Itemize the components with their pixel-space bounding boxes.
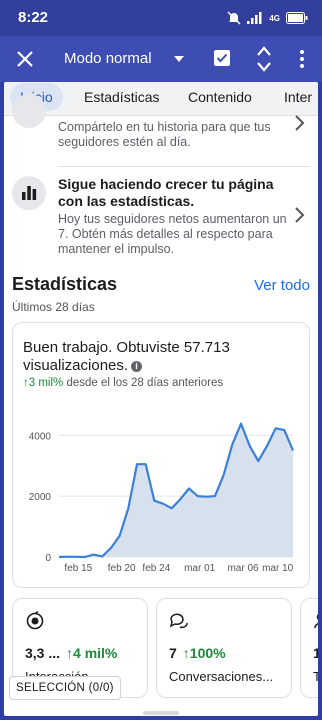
info-icon[interactable]: i bbox=[131, 361, 143, 372]
views-headline-text: Buen trabajo. Obtuviste 57.713 visualiza… bbox=[23, 339, 230, 374]
suggestion-share-story[interactable]: Compártelo en tu historia para que tus s… bbox=[12, 94, 310, 166]
suggestion-grow-page[interactable]: Sigue haciendo crecer tu página con las … bbox=[12, 174, 310, 266]
y-tick-label: 4000 bbox=[29, 431, 52, 442]
y-tick-label: 2000 bbox=[29, 492, 52, 503]
interaction-icon bbox=[26, 611, 44, 630]
more-options-icon[interactable] bbox=[294, 48, 310, 70]
status-bar: 8:22 4G bbox=[0, 0, 322, 36]
x-tick-label: feb 24 bbox=[142, 563, 170, 574]
x-tick-label: mar 01 bbox=[184, 563, 216, 574]
mini-card-conversations[interactable]: 7 ↑100% Conversaciones... bbox=[156, 598, 292, 698]
y-tick-label: 0 bbox=[45, 553, 51, 564]
mini-card-value: 1 bbox=[313, 645, 318, 661]
mini-card-delta: ↑100% bbox=[182, 645, 226, 661]
status-icons: 4G bbox=[227, 11, 308, 25]
chart-area bbox=[59, 423, 293, 557]
battery-icon bbox=[286, 12, 308, 24]
people-icon bbox=[314, 613, 318, 629]
suggestion-description: Compártelo en tu historia para que tus s… bbox=[58, 120, 271, 149]
tab-interacciones[interactable]: Inter bbox=[284, 82, 312, 112]
divider bbox=[58, 166, 310, 167]
mini-card-value: 7 ↑100% bbox=[169, 645, 226, 661]
x-tick-label: mar 06 bbox=[227, 563, 259, 574]
x-tick-label: feb 20 bbox=[108, 563, 136, 574]
period-label: Últimos 28 días bbox=[12, 300, 95, 314]
expand-collapse-icon[interactable] bbox=[256, 45, 272, 73]
mini-card-third[interactable]: 1 T bbox=[300, 598, 318, 698]
chevron-right-icon[interactable] bbox=[294, 206, 306, 224]
see-all-link[interactable]: Ver todo bbox=[254, 277, 310, 294]
mute-alarm-icon bbox=[227, 11, 241, 25]
mode-selector-label[interactable]: Modo normal bbox=[64, 50, 152, 67]
views-headline: Buen trabajo. Obtuviste 57.713 visualiza… bbox=[23, 339, 273, 375]
views-card[interactable]: Buen trabajo. Obtuviste 57.713 visualiza… bbox=[12, 322, 310, 588]
app-screen: Inicio Estadísticas Contenido Inter Comp… bbox=[4, 82, 318, 716]
mini-card-delta: ↑4 mil% bbox=[66, 645, 118, 661]
overlay-toolbar: Modo normal bbox=[0, 36, 322, 82]
mini-card-delta-value: 4 mil% bbox=[73, 645, 118, 661]
delta-text: desde el los 28 días anteriores bbox=[66, 377, 224, 389]
mini-card-label: T bbox=[313, 669, 318, 684]
x-tick-label: feb 15 bbox=[64, 563, 92, 574]
selection-counter[interactable]: SELECCIÓN (0/0) bbox=[9, 676, 121, 700]
suggestion-title: Sigue haciendo crecer tu página con las … bbox=[58, 176, 274, 209]
mini-card-delta-value: 100% bbox=[189, 645, 226, 661]
section-title: Estadísticas bbox=[12, 274, 118, 294]
tab-contenido[interactable]: Contenido bbox=[188, 82, 252, 112]
network-type-label: 4G bbox=[269, 13, 280, 23]
home-indicator bbox=[143, 711, 179, 715]
tab-estadisticas[interactable]: Estadísticas bbox=[84, 82, 159, 112]
mini-card-label: Conversaciones... bbox=[169, 669, 274, 684]
chat-bubbles-icon bbox=[169, 613, 188, 629]
signal-icon bbox=[247, 12, 262, 24]
close-icon[interactable] bbox=[14, 48, 36, 70]
checkbox-icon[interactable] bbox=[213, 49, 231, 67]
mini-card-number: 3,3 ... bbox=[25, 645, 61, 661]
tab-bar: Inicio Estadísticas Contenido Inter bbox=[4, 82, 318, 116]
delta-value: 3 mil% bbox=[28, 377, 64, 389]
suggestion-icon bbox=[12, 94, 46, 128]
status-time: 8:22 bbox=[18, 9, 49, 26]
suggestion-icon bbox=[12, 176, 46, 210]
views-delta: ↑3 mil% desde el los 28 días anteriores bbox=[23, 377, 223, 389]
suggestion-description: Hoy tus seguidores netos aumentaron un 7… bbox=[58, 212, 287, 256]
x-tick-label: mar 10 bbox=[262, 563, 294, 574]
chevron-down-icon[interactable] bbox=[173, 55, 185, 63]
mini-card-value: 3,3 ... ↑4 mil% bbox=[25, 645, 117, 661]
bar-chart-icon bbox=[22, 186, 37, 200]
chevron-right-icon[interactable] bbox=[294, 114, 306, 132]
views-chart: 0 2000 4000 feb 15 feb 20 feb 24 mar 01 mar 06 m… bbox=[29, 422, 295, 574]
mini-card-number: 7 bbox=[169, 645, 177, 661]
